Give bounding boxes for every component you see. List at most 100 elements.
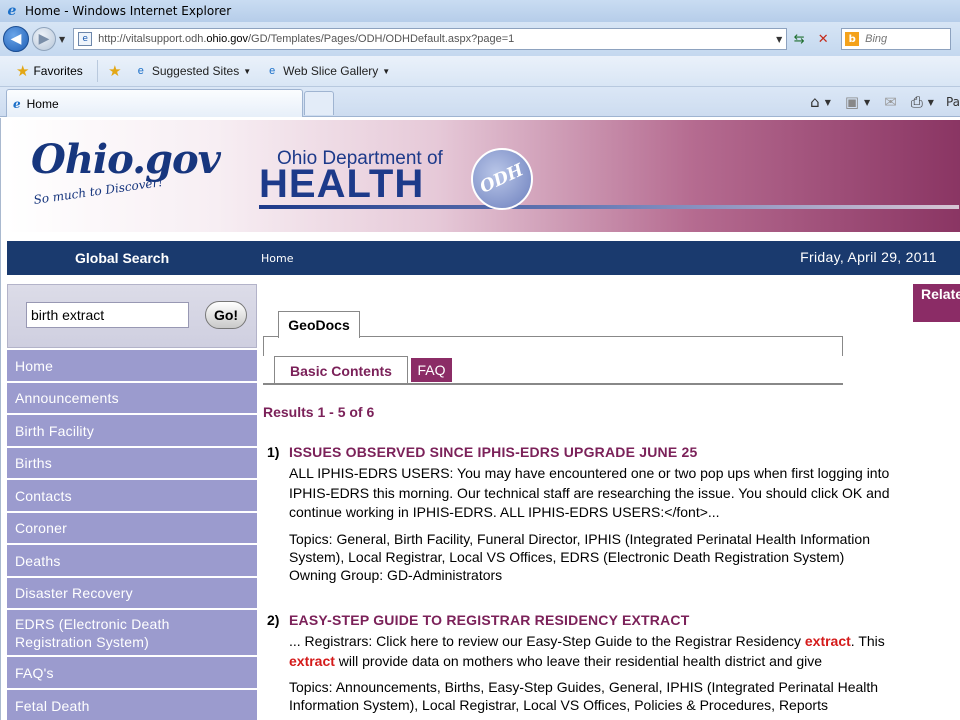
result-topics: Topics: General, Birth Facility, Funeral… [289,531,870,565]
search-box[interactable]: b [841,28,952,50]
tab-label: Home [26,96,59,111]
sidebar-item-births[interactable]: Births [7,446,257,478]
page-icon: e [78,32,93,46]
results-count: Results 1 - 5 of 6 [263,404,375,420]
home-icon: ⌂ [810,93,820,111]
tab-strip: e Home ⌂ ▼ ▣ ▼ ✉ ⎙ ▼ Pa [0,87,960,117]
favorites-button[interactable]: ★ Favorites [16,62,83,80]
sidebar-item-contacts[interactable]: Contacts [7,478,257,511]
address-bar[interactable]: e http://vitalsupport.odh.ohio.gov/GD/Te… [73,28,788,50]
sidebar-item-fetal-death[interactable]: Fetal Death [7,688,257,720]
window-title: Home - Windows Internet Explorer [25,4,232,18]
global-search-heading: Global Search [75,250,170,266]
result-snippet: ALL IPHIS-EDRS USERS: You may have encou… [289,465,890,520]
sidebar-item-deaths[interactable]: Deaths [7,543,257,576]
result-number: 1) [267,444,280,460]
print-button[interactable]: ⎙ ▼ [911,93,934,111]
search-input[interactable] [865,33,946,45]
rss-icon: ▣ [844,93,860,111]
printer-icon: ⎙ [910,93,923,111]
result-snippet: ... Registrars: Click here to review our… [289,633,885,669]
favorites-toolbar: ★ Favorites ★ e Suggested Sites ▼ e Web … [0,56,960,87]
tab-geodocs[interactable]: GeoDocs [278,311,360,338]
sidebar-item-disaster-recovery[interactable]: Disaster Recovery [7,576,257,608]
command-bar: ⌂ ▼ ▣ ▼ ✉ ⎙ ▼ Pa [802,91,960,113]
odh-title: HEALTH [259,162,425,206]
forward-button[interactable]: ▶ [32,27,56,51]
left-sidebar: Go! Home Announcements Birth Facility Bi… [7,284,257,720]
search-result: 1) ISSUES OBSERVED SINCE IPHIS-EDRS UPGR… [263,444,913,594]
sidebar-item-birth-facility[interactable]: Birth Facility [7,413,257,446]
sidebar-menu: Home Announcements Birth Facility Births… [7,348,257,720]
ie-page-icon: e [13,96,21,111]
suggested-sites-link[interactable]: e Suggested Sites ▼ [134,64,251,78]
tab-home[interactable]: e Home [6,89,303,117]
result-title-link[interactable]: EASY-STEP GUIDE TO REGISTRAR RESIDENCY E… [289,612,690,628]
sidebar-search-panel: Go! [7,284,257,348]
chevron-down-icon: ▼ [382,66,391,76]
address-dropdown-icon[interactable]: ▼ [772,35,786,44]
chevron-down-icon: ▼ [824,97,831,107]
sidebar-item-edrs[interactable]: EDRS (Electronic Death Registration Syst… [7,608,257,655]
refresh-button[interactable]: ⇆ [787,28,811,50]
ohio-gov-logo[interactable]: Ohio.gov So much to Discover! [31,136,221,222]
odh-seal-text: ODH [477,160,527,198]
address-url[interactable]: http://vitalsupport.odh.ohio.gov/GD/Temp… [98,33,514,45]
home-button[interactable]: ⌂ ▼ [810,93,831,111]
sidebar-item-coroner[interactable]: Coroner [7,511,257,543]
breadcrumb-home-link[interactable]: Home [261,252,293,265]
site-search-input[interactable] [26,302,189,328]
go-button[interactable]: Go! [205,301,247,329]
web-slice-gallery-link[interactable]: e Web Slice Gallery ▼ [265,64,390,78]
site-banner: Ohio.gov So much to Discover! Ohio Depar… [7,120,960,232]
feeds-button[interactable]: ▣ ▼ [845,93,870,111]
history-dropdown-icon[interactable]: ▼ [59,35,65,44]
back-arrow-icon: ◀ [10,31,22,47]
main-content: GeoDocs Basic Contents FAQ Results 1 - 5… [263,284,913,720]
odh-seal-icon: ODH [471,148,533,210]
current-date: Friday, April 29, 2011 [800,249,937,265]
mail-button[interactable]: ✉ [884,93,897,111]
mail-icon: ✉ [884,93,897,111]
search-term-highlight: extract [289,652,335,669]
forward-arrow-icon: ▶ [38,31,50,47]
sidebar-item-faqs[interactable]: FAQ's [7,655,257,688]
new-tab-button[interactable] [304,91,334,115]
result-title-link[interactable]: ISSUES OBSERVED SINCE IPHIS-EDRS UPGRADE… [289,444,697,460]
sidebar-item-home[interactable]: Home [7,348,257,381]
ie-page-icon: e [269,65,276,77]
ohio-gov-logo-text: Ohio.gov [31,136,221,183]
page-menu-button[interactable]: Pa [946,95,960,109]
odh-logo[interactable]: Ohio Department of HEALTH ODH [259,148,959,218]
search-result: 2) EASY-STEP GUIDE TO REGISTRAR RESIDENC… [263,612,913,720]
web-slice-gallery-label: Web Slice Gallery [283,64,379,78]
related-links-header: Related Links [913,284,960,322]
ie-logo-icon: e [7,3,17,19]
site-navbar: Global Search Home Friday, April 29, 201… [7,241,960,275]
window-titlebar: e Home - Windows Internet Explorer [0,0,960,22]
add-favorite-button[interactable]: ★ [108,63,126,80]
refresh-icon: ⇆ [793,31,805,47]
geodocs-tab-frame [263,336,843,356]
tab-basic-contents[interactable]: Basic Contents [274,356,408,384]
favorites-label: Favorites [33,64,83,78]
stop-icon: ✕ [817,31,829,47]
address-toolbar: ◀ ▶ ▼ e http://vitalsupport.odh.ohio.gov… [0,22,960,56]
result-number: 2) [267,612,280,628]
page-viewport: Ohio.gov So much to Discover! Ohio Depar… [0,118,960,720]
subtab-divider [263,383,843,385]
stop-button[interactable]: ✕ [811,28,835,50]
ie-page-icon: e [137,65,144,77]
chevron-down-icon: ▼ [864,97,871,107]
tab-faq[interactable]: FAQ [411,358,452,382]
page-menu-label: Pa [945,95,960,109]
sidebar-item-announcements[interactable]: Announcements [7,381,257,413]
back-button[interactable]: ◀ [3,26,29,52]
toolbar-divider [96,60,98,82]
bing-icon: b [845,32,860,46]
chevron-down-icon: ▼ [243,66,252,76]
add-to-favorites-icon: ★ [108,63,122,80]
suggested-sites-label: Suggested Sites [151,64,240,78]
search-term-highlight: extract [804,633,851,649]
favorites-star-icon: ★ [16,63,30,80]
